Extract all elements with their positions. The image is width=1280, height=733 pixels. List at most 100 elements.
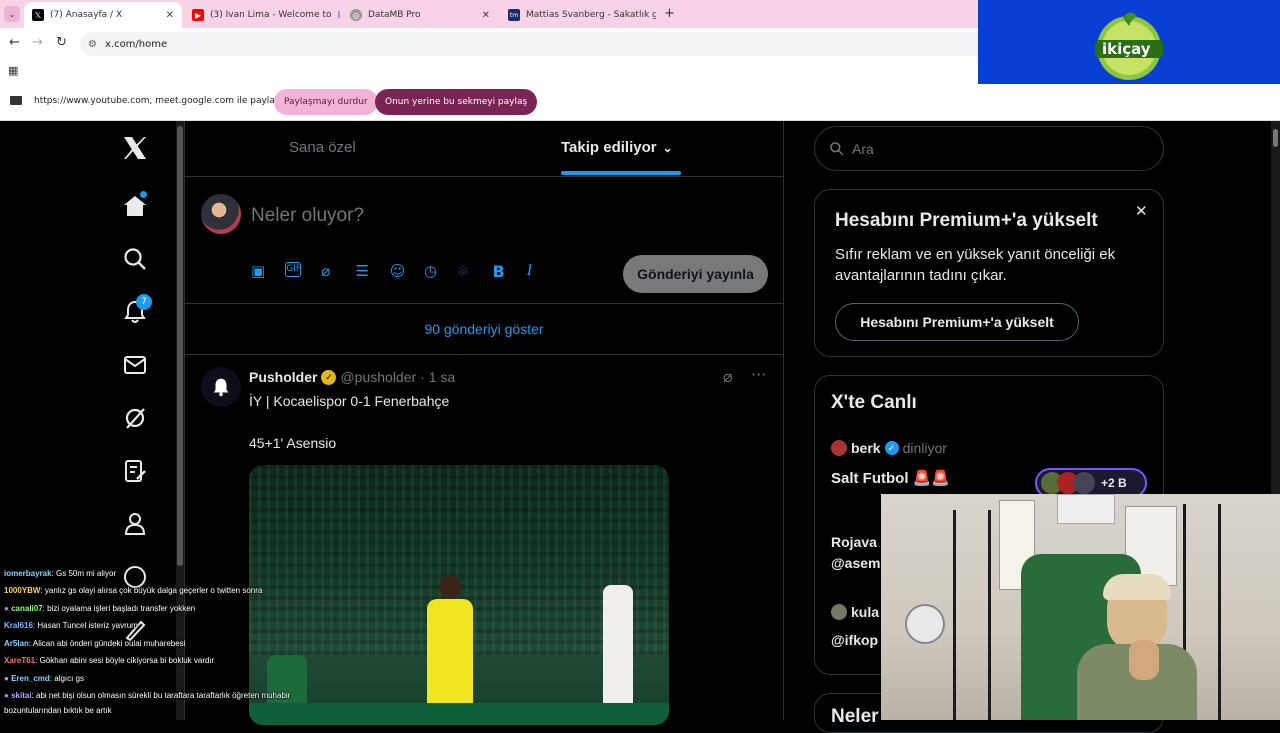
notifications-badge: 7 [136,294,152,310]
forward-icon[interactable]: → [32,35,43,50]
post-handle[interactable]: @pusholder [340,369,416,385]
close-icon[interactable]: ✕ [166,10,174,21]
wall-poster [1057,494,1115,524]
screen-share-bar: https://www.youtube.com, meet.google.com… [0,84,1280,121]
share-this-tab-button[interactable]: Onun yerine bu sekmeyi paylaş [375,89,538,115]
chat-message: XareT61: Gökhan abini sesi böyle cikiyor… [4,656,215,665]
browser-tab-transfermarkt[interactable]: tm Mattias Svanberg - Sakatlık geç ✕ [500,2,656,28]
site-info-icon[interactable]: ⚙ [88,39,97,50]
grok-icon[interactable]: ⌀ [723,367,733,386]
tab-following[interactable]: Takip ediliyor ⌄ [561,139,673,156]
share-message: https://www.youtube.com, meet.google.com… [34,96,302,106]
bold-icon[interactable]: B [493,262,527,284]
x-icon: 𝕏 [32,9,44,21]
messages-icon[interactable] [122,352,148,378]
browser-tab-x[interactable]: 𝕏 (7) Anasayfa / X ✕ [24,2,182,28]
post-text-line2: 45+1' Asensio [249,435,337,451]
live-status: dinliyor [902,440,947,456]
bookmarks-bar: ▦ [0,60,978,84]
emoji-icon[interactable]: ☺ [390,262,424,284]
tab-search-button[interactable]: ⌄ [4,6,20,22]
badge-icon: ● [4,604,9,613]
chat-message: Ar5lan: Alican abi önderi gündeki oulai … [4,639,186,648]
webcam-overlay [881,494,1280,720]
avatar[interactable] [201,194,241,234]
search-input[interactable]: Ara [852,141,874,157]
url-text: x.com/home [104,38,168,50]
close-icon[interactable]: ✕ [1135,202,1148,220]
stop-sharing-button[interactable]: Paylaşmayı durdur [274,89,378,115]
back-icon[interactable]: ← [9,35,20,50]
verified-badge-icon: ✓ [321,369,337,385]
page-scrollbar[interactable] [1271,121,1280,501]
post-time[interactable]: · 1 sa [420,369,455,385]
avatar [831,440,847,456]
lists-icon[interactable] [122,458,148,484]
search-icon[interactable] [122,246,148,272]
chat-message: ● Eren_cmd: algıcı gs [4,674,85,683]
divider [185,176,783,177]
omnibox[interactable]: ⚙ x.com/home [80,32,978,56]
live-item[interactable]: kula @ifkop [831,598,879,654]
unread-dot [140,191,147,198]
person [1077,574,1197,720]
media-icon[interactable]: ▣ [251,262,285,284]
live-title: X'te Canlı [831,392,917,413]
browser-tab-strip: ⌄ 𝕏 (7) Anasayfa / X ✕ ▶ (3) Ivan Lima -… [0,0,978,28]
reload-icon[interactable]: ↻ [56,35,67,50]
browser-tab-datamb[interactable]: ◎ DataMB Pro ✕ [342,2,498,28]
browser-tab-youtube[interactable]: ▶ (3) Ivan Lima - Welcome to ▣ ✕ [184,2,340,28]
post-author[interactable]: Pusholder [249,369,317,385]
live-item[interactable]: berk ✓ dinliyor [831,440,947,456]
post-text-line1: İY | Kocaelispor 0-1 Fenerbahçe [249,393,450,409]
space-title[interactable]: Salt Futbol 🚨🚨 [831,469,950,487]
search-box[interactable]: Ara [814,126,1164,171]
share-indicator-icon [10,96,22,105]
x-logo-icon[interactable] [122,135,148,161]
tab-for-you[interactable]: Sana özel [289,139,356,156]
gif-icon[interactable]: GIF [285,262,302,277]
home-icon[interactable] [122,191,148,219]
logo-text: ikiçay [1102,40,1151,58]
section-title: Neler [831,706,879,727]
notifications-icon[interactable]: 7 [122,294,152,325]
chat-message: 1000YBW: yanlız gs olayi alırsa çok büyü… [4,586,263,595]
compose-input[interactable]: Neler oluyor? [251,205,364,227]
location-icon[interactable]: ⌾ [458,262,492,284]
compose-toolbar: ▣ GIF ⌀ ☰ ☺ ◷ ⌾ B I [251,262,561,284]
screen-share-icon: ▣ [338,10,341,20]
chat-message: Kral616: Hasan Tuncel isteriz yavrum [4,621,138,630]
post-header: Pusholder ✓ @pusholder · 1 sa [249,369,455,385]
more-options-icon[interactable]: ··· [751,365,766,384]
new-tab-button[interactable]: + [664,6,675,21]
shelf [953,510,991,720]
bell-icon [213,378,229,397]
left-scrollbar-thumb[interactable] [177,126,183,566]
avatar [1073,472,1095,494]
post-button[interactable]: Gönderiyi yayınla [623,255,768,293]
chevron-down-icon: ⌄ [8,9,16,19]
post-avatar[interactable] [201,367,241,407]
grok-icon[interactable] [122,405,148,431]
chat-message: ● canali07: bizi oyalama işleri başladı … [4,604,196,613]
close-icon[interactable]: ✕ [482,10,490,21]
youtube-icon: ▶ [192,9,204,21]
show-new-posts[interactable]: 90 gönderiyi göster [185,321,783,337]
globe-icon: ◎ [350,9,362,21]
active-tab-indicator [561,171,681,175]
grok-icon[interactable]: ⌀ [321,262,355,284]
live-item[interactable]: Rojava @asem [831,532,880,574]
premium-title: Hesabını Premium+'a yükselt [835,210,1098,231]
italic-icon[interactable]: I [527,262,561,284]
badge-icon: ● [4,691,9,700]
profile-icon[interactable] [122,511,148,537]
live-user: berk [851,440,881,456]
apps-grid-icon[interactable]: ▦ [8,64,18,77]
schedule-icon[interactable]: ◷ [424,262,458,284]
badge-icon: ● [4,674,9,683]
stream-chat-overlay: iomerbayrak: Gs 50m mi aliyor 1000YBW: y… [0,565,340,720]
player-figure [603,585,633,715]
poll-icon[interactable]: ☰ [356,262,390,284]
premium-upgrade-button[interactable]: Hesabını Premium+'a yükselt [835,303,1079,341]
premium-card: Hesabını Premium+'a yükselt ✕ Sıfır rekl… [814,189,1164,357]
